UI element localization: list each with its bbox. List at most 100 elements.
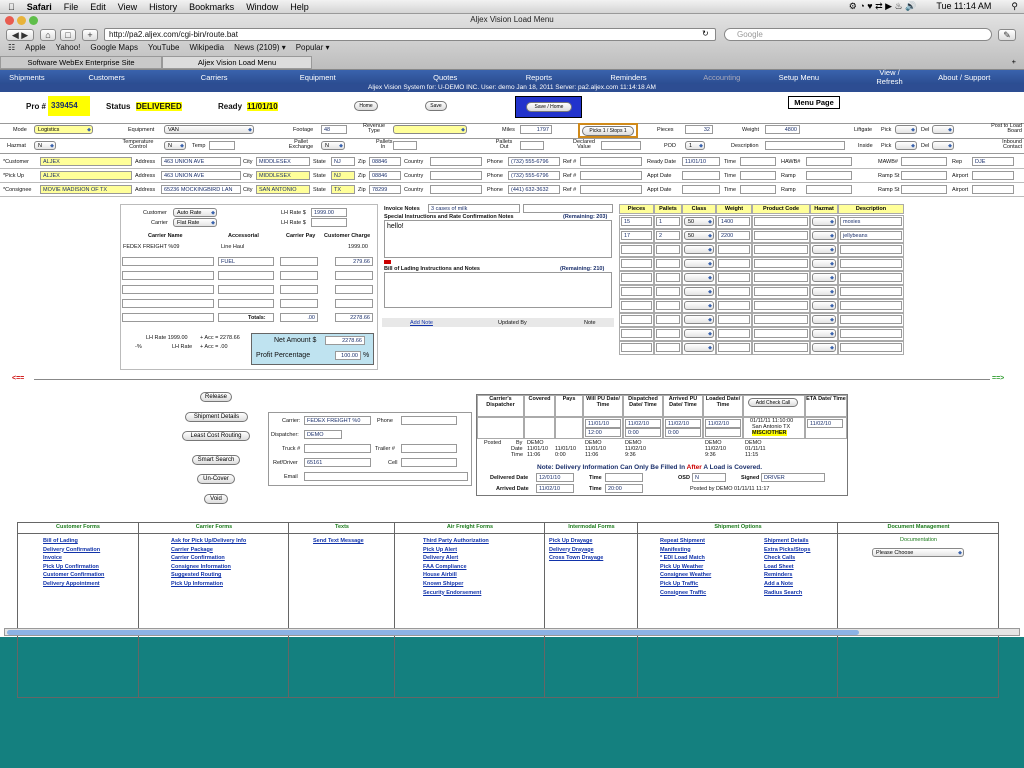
pieces-input[interactable] [840, 315, 902, 324]
settings-icon[interactable]: ✎ [998, 29, 1016, 41]
bookmark-wikipedia[interactable]: Wikipedia [189, 43, 224, 52]
party-name-input[interactable]: MOVIE MADISION OF TX [40, 185, 132, 194]
email-input[interactable] [304, 472, 468, 481]
form-link[interactable]: Load Sheet [764, 564, 794, 570]
phone-input[interactable]: (441) 632-3632 [508, 185, 560, 194]
pieces-input[interactable] [656, 259, 680, 268]
apple-icon[interactable]:  [8, 2, 15, 12]
form-link[interactable]: Carrier Package [171, 547, 213, 553]
zip-input[interactable]: 08846 [369, 157, 401, 166]
rep-input[interactable] [972, 171, 1014, 180]
revenue-type-select[interactable] [393, 125, 467, 134]
pieces-input[interactable]: 32 [685, 125, 713, 134]
pieces-input[interactable] [718, 301, 750, 310]
form-link[interactable]: Pick Up Information [171, 581, 223, 587]
save-home-button[interactable]: Save / Home [526, 102, 572, 112]
home-icon[interactable]: ⌂ [40, 29, 56, 41]
pieces-input[interactable] [754, 231, 808, 240]
form-link[interactable]: Manifesting [660, 547, 691, 553]
bookmark-popular[interactable]: Popular ▾ [296, 43, 330, 52]
menu-bookmarks[interactable]: Bookmarks [189, 2, 234, 12]
pieces-input[interactable] [656, 301, 680, 310]
lh-rate-customer-input[interactable]: 1999.00 [311, 208, 347, 217]
pieces-input[interactable] [656, 343, 680, 352]
form-link[interactable]: Send Text Message [313, 538, 364, 544]
form-link[interactable]: Repeat Shipment [660, 538, 705, 544]
acc-accessorial-input[interactable]: FUEL [218, 257, 274, 266]
pieces-input[interactable] [621, 259, 652, 268]
cell-input[interactable] [401, 458, 457, 467]
hazmat-select[interactable]: N [34, 141, 56, 150]
pieces-select[interactable] [684, 245, 714, 254]
date-input[interactable]: 11/01/10 [682, 157, 720, 166]
save-button[interactable]: Save [425, 101, 447, 111]
pieces-select[interactable] [812, 329, 836, 338]
nav-equipment[interactable]: Equipment [269, 73, 367, 82]
add-tab-icon[interactable]: + [82, 29, 98, 41]
pieces-select[interactable] [812, 245, 836, 254]
country-input[interactable] [430, 185, 482, 194]
form-link[interactable]: Bill of Lading [43, 538, 78, 544]
scroll-thumb[interactable] [7, 630, 859, 635]
form-link[interactable]: House Airbill [423, 572, 457, 578]
customer-rate-select[interactable]: Auto Rate [173, 208, 217, 217]
acc-carrier-input[interactable] [122, 285, 214, 294]
pieces-select[interactable] [684, 301, 714, 310]
acc-carrier-pay-input[interactable] [280, 299, 318, 308]
form-link[interactable]: Delivery Appointment [43, 581, 100, 587]
acc-customer-charge-input[interactable] [335, 285, 373, 294]
phone-input[interactable]: (732) 555-6796 [508, 157, 560, 166]
nav-reports[interactable]: Reports [524, 73, 554, 82]
status-date-input[interactable]: 11/02/10 [705, 419, 741, 428]
ref-input[interactable] [580, 185, 642, 194]
pallet-exchange-select[interactable]: N [321, 141, 345, 150]
bookmark-icon[interactable]: □ [60, 29, 76, 41]
menu-page-button[interactable]: Menu Page [788, 96, 840, 109]
form-link[interactable]: Ask for Pick Up/Delivery Info [171, 538, 246, 544]
horizontal-scrollbar[interactable] [4, 628, 1020, 636]
phone-input[interactable]: (732) 555-6796 [508, 171, 560, 180]
signed-by-input[interactable]: DRIVER [761, 473, 825, 482]
pieces-input[interactable] [656, 287, 680, 296]
temp-control-select[interactable]: N [164, 141, 186, 150]
mawb-input[interactable] [901, 171, 947, 180]
temp-input[interactable] [209, 141, 235, 150]
address-bar[interactable]: http://pa2.aljex.com/cgi-bin/route.bat [104, 28, 716, 41]
ref-driver-input[interactable]: 65161 [304, 458, 371, 467]
pieces-input[interactable] [754, 259, 808, 268]
form-link[interactable]: Consignee Information [171, 564, 231, 570]
state-input[interactable]: NJ [331, 157, 355, 166]
pieces-input[interactable]: 17 [621, 231, 652, 240]
status-date-input[interactable]: 11/02/10 [807, 419, 843, 428]
pieces-select[interactable] [684, 315, 714, 324]
inside-del-select[interactable] [932, 141, 954, 150]
pieces-input[interactable] [840, 343, 902, 352]
nav-carriers[interactable]: Carriers [159, 73, 269, 82]
pieces-input[interactable] [718, 287, 750, 296]
form-link[interactable]: Consignee Weather [660, 572, 711, 578]
pod-select[interactable]: 1 [685, 141, 705, 150]
liftgate-del-select[interactable] [932, 125, 954, 134]
carrier-input[interactable]: FEDEX FREIGHT %0 [304, 416, 371, 425]
pieces-input[interactable] [656, 329, 680, 338]
pieces-input[interactable] [621, 273, 652, 282]
invoice-notes-extra[interactable] [523, 204, 613, 213]
pieces-input[interactable] [718, 329, 750, 338]
form-link[interactable]: Customer Confirmation [43, 572, 104, 578]
pieces-input[interactable] [621, 287, 652, 296]
pieces-input[interactable]: 15 [621, 217, 652, 226]
rep-input[interactable]: DJE [972, 157, 1014, 166]
address-input[interactable]: 463 UNION AVE [161, 171, 241, 180]
form-link[interactable]: Cross Town Drayage [549, 555, 603, 561]
acc-accessorial-input[interactable] [218, 285, 274, 294]
nav-quotes[interactable]: Quotes [367, 73, 524, 82]
hawb-input[interactable] [806, 157, 852, 166]
bol-notes-textarea[interactable] [384, 272, 612, 308]
next-load-arrow[interactable]: ==> [992, 375, 1004, 382]
acc-carrier-pay-input[interactable] [280, 257, 318, 266]
pieces-input[interactable] [754, 315, 808, 324]
pieces-input[interactable] [840, 245, 902, 254]
search-input[interactable]: Google [724, 28, 992, 41]
pieces-input[interactable] [754, 287, 808, 296]
inside-pick-select[interactable] [895, 141, 917, 150]
